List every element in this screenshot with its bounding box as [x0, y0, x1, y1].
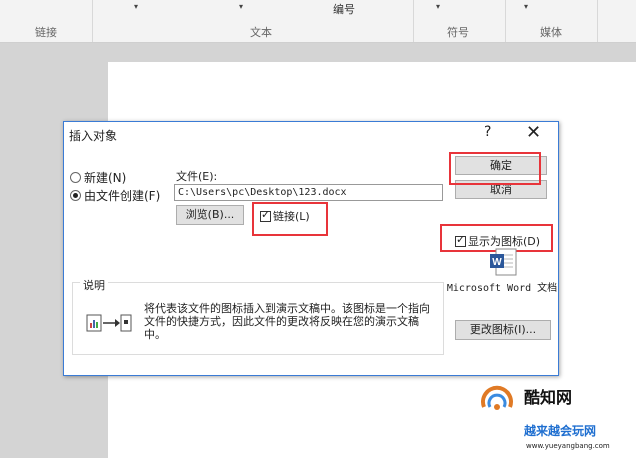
- radio-create-new-label: 新建(N): [84, 171, 127, 185]
- group-label-symbols: 符号: [447, 26, 469, 39]
- group-label-media: 媒体: [540, 26, 562, 39]
- highlight-box: [449, 152, 541, 185]
- ribbon-separator: [597, 0, 598, 42]
- watermark-logo-icon: [481, 385, 513, 410]
- ribbon-separator: [92, 0, 93, 42]
- dialog-title: 插入对象: [69, 129, 118, 143]
- close-icon[interactable]: ✕: [526, 122, 541, 143]
- word-document-icon: W: [490, 248, 517, 276]
- radio-create-new[interactable]: 新建(N): [70, 169, 126, 186]
- insert-object-dialog: 插入对象 ? ✕ 新建(N) 由文件创建(F) 文件(E): C:\Users\…: [63, 121, 559, 376]
- dialog-titlebar[interactable]: 插入对象 ? ✕: [64, 122, 558, 147]
- group-label-text: 文本: [250, 26, 272, 39]
- link-object-icon: [86, 314, 132, 332]
- ribbon: ▾ ▾ 编号 ▾ ▾ 链接 文本 符号 媒体: [0, 0, 636, 43]
- svg-text:W: W: [492, 257, 502, 268]
- numbering-button[interactable]: 编号: [333, 1, 355, 17]
- ribbon-separator: [505, 0, 506, 42]
- ribbon-top-row: ▾ ▾ 编号 ▾ ▾: [0, 0, 636, 18]
- browse-button[interactable]: 浏览(B)...: [176, 205, 244, 225]
- group-label-links: 链接: [35, 26, 57, 39]
- change-icon-button[interactable]: 更改图标(I)...: [455, 320, 551, 340]
- file-path-input[interactable]: C:\Users\pc\Desktop\123.docx: [174, 184, 443, 201]
- file-label: 文件(E):: [176, 170, 218, 183]
- radio-circle[interactable]: [70, 172, 81, 183]
- watermark-url: www.yueyangbang.com: [526, 442, 610, 450]
- description-label: 说明: [80, 277, 108, 293]
- dropdown-arrow-icon[interactable]: ▾: [436, 2, 440, 11]
- highlight-box: [252, 202, 328, 236]
- description-text: 将代表该文件的图标插入到演示文稿中。该图标是一个指向文件的快捷方式，因此文件的更…: [144, 302, 430, 341]
- radio-create-from-file[interactable]: 由文件创建(F): [70, 187, 160, 204]
- radio-create-from-file-label: 由文件创建(F): [84, 189, 161, 203]
- radio-circle-selected[interactable]: [70, 190, 81, 201]
- help-icon[interactable]: ?: [484, 124, 491, 140]
- dropdown-arrow-icon[interactable]: ▾: [239, 2, 243, 11]
- dropdown-arrow-icon[interactable]: ▾: [134, 2, 138, 11]
- watermark-title: 越来越会玩网: [524, 424, 597, 438]
- dropdown-arrow-icon[interactable]: ▾: [524, 2, 528, 11]
- ribbon-separator: [413, 0, 414, 42]
- watermark-name: 酷知网: [524, 388, 573, 407]
- icon-caption: Microsoft Word 文档: [446, 283, 558, 294]
